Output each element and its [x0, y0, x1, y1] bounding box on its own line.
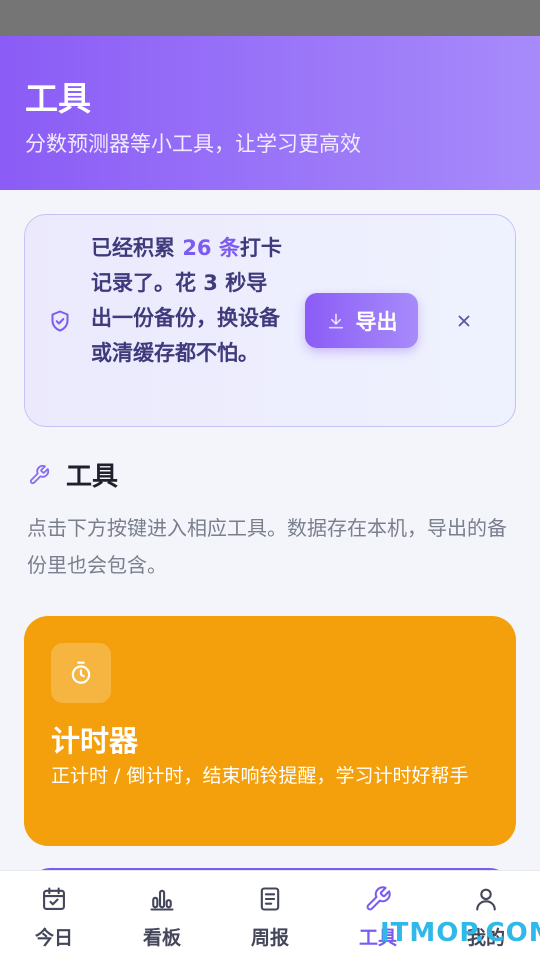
download-icon	[328, 313, 343, 328]
stopwatch-icon	[51, 643, 111, 703]
status-bar	[0, 0, 540, 36]
tool-title: 计时器	[51, 724, 139, 758]
tool-card-timer[interactable]: 计时器 正计时 / 倒计时，结束响铃提醒，学习计时好帮手	[24, 616, 516, 846]
calendar-check-icon	[43, 887, 65, 910]
backup-notice: 已经积累 26 条打卡记录了。花 3 秒导出一份备份，换设备或清缓存都不怕。 导…	[24, 214, 516, 427]
user-icon	[476, 888, 496, 911]
shield-check-icon	[48, 309, 72, 333]
export-button[interactable]: 导出	[305, 293, 418, 348]
page-subtitle: 分数预测器等小工具，让学习更高效	[25, 132, 361, 156]
tab-label: 周报	[250, 927, 289, 949]
tab-board[interactable]: 看板	[108, 871, 216, 960]
backup-message: 已经积累 26 条打卡记录了。花 3 秒导出一份备份，换设备或清缓存都不怕。	[91, 231, 287, 371]
tab-today[interactable]: 今日	[0, 871, 108, 960]
watermark: ITMOP.COM	[380, 918, 540, 948]
tab-weekly[interactable]: 周报	[216, 871, 324, 960]
wrench-icon	[366, 886, 391, 911]
export-label: 导出	[355, 309, 398, 334]
section-title: 工具	[66, 462, 119, 492]
backup-message-pre: 已经积累	[91, 236, 183, 260]
bar-chart-icon	[150, 889, 174, 911]
close-icon[interactable]	[453, 310, 475, 332]
section-description: 点击下方按键进入相应工具。数据存在本机，导出的备份里也会包含。	[27, 516, 507, 577]
tab-label: 看板	[142, 927, 181, 949]
record-count: 26 条	[182, 236, 240, 260]
wrench-icon	[28, 464, 50, 486]
tab-label: 今日	[34, 927, 73, 949]
page-title: 工具	[25, 79, 91, 118]
tool-description: 正计时 / 倒计时，结束响铃提醒，学习计时好帮手	[51, 765, 469, 787]
document-icon	[260, 887, 280, 911]
page-header: 工具 分数预测器等小工具，让学习更高效	[0, 36, 540, 190]
